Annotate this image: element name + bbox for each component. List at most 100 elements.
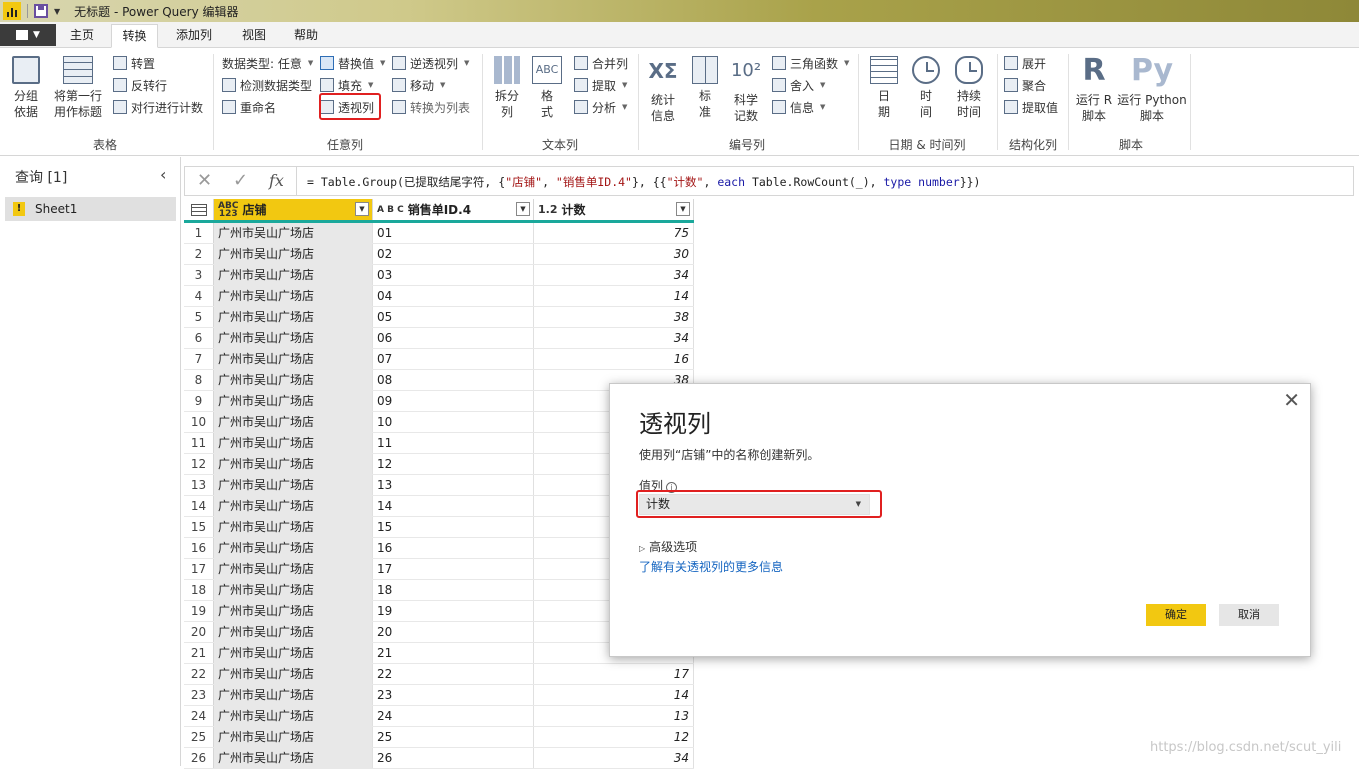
cell-store[interactable]: 广州市吴山广场店 [214, 748, 373, 768]
run-python-script-button[interactable]: Py 运行 Python 脚本 [1117, 56, 1186, 124]
cancel-button[interactable]: 取消 [1219, 604, 1279, 626]
cell-store[interactable]: 广州市吴山广场店 [214, 538, 373, 558]
cell-store[interactable]: 广州市吴山广场店 [214, 265, 373, 285]
cell-order-id[interactable]: 17 [373, 559, 534, 579]
cell-order-id[interactable]: 01 [373, 223, 534, 243]
learn-more-link[interactable]: 了解有关透视列的更多信息 [639, 558, 783, 575]
rename-button[interactable]: 重命名 [222, 98, 276, 116]
count-rows-button[interactable]: 对行进行计数 [113, 98, 203, 116]
detect-type-button[interactable]: 检测数据类型 [222, 76, 312, 94]
statistics-button[interactable]: XΣ 统计 信息 [644, 56, 682, 124]
tab-transform[interactable]: 转换 [111, 24, 158, 48]
tab-home[interactable]: 主页 [60, 24, 104, 48]
cell-store[interactable]: 广州市吴山广场店 [214, 727, 373, 747]
collapse-pane-icon[interactable]: ‹ [160, 165, 166, 184]
format-button[interactable]: ABC 格 式 [530, 56, 564, 120]
cell-order-id[interactable]: 25 [373, 727, 534, 747]
cell-order-id[interactable]: 15 [373, 517, 534, 537]
time-button[interactable]: 时 间 [908, 56, 944, 120]
cell-count[interactable]: 14 [534, 286, 694, 306]
tab-add-column[interactable]: 添加列 [168, 24, 220, 48]
cell-count[interactable]: 17 [534, 664, 694, 684]
use-first-row-button[interactable]: 将第一行 用作标题 [50, 56, 106, 120]
query-item[interactable]: ! Sheet1 [5, 197, 176, 221]
cell-store[interactable]: 广州市吴山广场店 [214, 223, 373, 243]
cancel-formula-icon[interactable]: ✕ [197, 170, 212, 191]
cell-order-id[interactable]: 02 [373, 244, 534, 264]
cell-store[interactable]: 广州市吴山广场店 [214, 496, 373, 516]
close-icon[interactable]: ✕ [1283, 388, 1300, 412]
parse-button[interactable]: 分析 ▼ [574, 98, 627, 116]
extract-button[interactable]: 提取 ▼ [574, 76, 627, 94]
cell-store[interactable]: 广州市吴山广场店 [214, 664, 373, 684]
cell-store[interactable]: 广州市吴山广场店 [214, 454, 373, 474]
tab-view[interactable]: 视图 [232, 24, 276, 48]
information-button[interactable]: 信息 ▼ [772, 98, 825, 116]
cell-count[interactable]: 34 [534, 748, 694, 768]
cell-order-id[interactable]: 16 [373, 538, 534, 558]
cell-store[interactable]: 广州市吴山广场店 [214, 370, 373, 390]
cell-order-id[interactable]: 07 [373, 349, 534, 369]
cell-store[interactable]: 广州市吴山广场店 [214, 244, 373, 264]
standard-button[interactable]: 标 准 [690, 56, 720, 120]
cell-store[interactable]: 广州市吴山广场店 [214, 706, 373, 726]
cell-store[interactable]: 广州市吴山广场店 [214, 622, 373, 642]
cell-count[interactable]: 14 [534, 685, 694, 705]
merge-columns-button[interactable]: 合并列 [574, 54, 628, 72]
transpose-button[interactable]: 转置 [113, 54, 155, 72]
table-row[interactable]: 1 广州市吴山广场店 01 75 [184, 223, 694, 244]
table-row[interactable]: 4 广州市吴山广场店 04 14 [184, 286, 694, 307]
table-row[interactable]: 25 广州市吴山广场店 25 12 [184, 727, 694, 748]
cell-store[interactable]: 广州市吴山广场店 [214, 601, 373, 621]
convert-to-list-button[interactable]: 转换为列表 [392, 98, 470, 116]
cell-order-id[interactable]: 04 [373, 286, 534, 306]
column-filter-icon[interactable]: ▼ [676, 202, 690, 216]
cell-store[interactable]: 广州市吴山广场店 [214, 412, 373, 432]
column-filter-icon[interactable]: ▼ [355, 202, 369, 216]
cell-count[interactable]: 34 [534, 328, 694, 348]
table-row[interactable]: 3 广州市吴山广场店 03 34 [184, 265, 694, 286]
cell-order-id[interactable]: 09 [373, 391, 534, 411]
cell-order-id[interactable]: 06 [373, 328, 534, 348]
group-by-button[interactable]: 分组 依据 [8, 56, 44, 120]
cell-store[interactable]: 广州市吴山广场店 [214, 475, 373, 495]
cell-count[interactable]: 34 [534, 265, 694, 285]
save-icon[interactable] [34, 4, 48, 18]
cell-store[interactable]: 广州市吴山广场店 [214, 580, 373, 600]
cell-order-id[interactable]: 20 [373, 622, 534, 642]
cell-order-id[interactable]: 23 [373, 685, 534, 705]
tab-help[interactable]: 帮助 [284, 24, 328, 48]
expand-button[interactable]: 展开 [1004, 54, 1046, 72]
cell-order-id[interactable]: 24 [373, 706, 534, 726]
column-header-order-id[interactable]: A B C 销售单ID.4 ▼ [373, 199, 534, 220]
table-row[interactable]: 7 广州市吴山广场店 07 16 [184, 349, 694, 370]
formula-input[interactable]: = Table.Group(已提取结尾字符, {"店铺", "销售单ID.4"}… [307, 174, 980, 190]
scientific-button[interactable]: 10² 科学 记数 [728, 56, 764, 124]
cell-order-id[interactable]: 10 [373, 412, 534, 432]
cell-count[interactable]: 12 [534, 727, 694, 747]
table-row[interactable]: 6 广州市吴山广场店 06 34 [184, 328, 694, 349]
cell-count[interactable]: 75 [534, 223, 694, 243]
rounding-button[interactable]: 舍入 ▼ [772, 76, 825, 94]
fill-button[interactable]: 填充 ▼ [320, 76, 373, 94]
aggregate-button[interactable]: 聚合 [1004, 76, 1046, 94]
move-button[interactable]: 移动 ▼ [392, 76, 445, 94]
file-menu-button[interactable]: ▼ [0, 24, 56, 46]
cell-store[interactable]: 广州市吴山广场店 [214, 559, 373, 579]
cell-store[interactable]: 广州市吴山广场店 [214, 307, 373, 327]
cell-order-id[interactable]: 14 [373, 496, 534, 516]
fx-icon[interactable]: fx [269, 171, 284, 190]
extract-values-button[interactable]: 提取值 [1004, 98, 1058, 116]
column-filter-icon[interactable]: ▼ [516, 202, 530, 216]
trig-button[interactable]: 三角函数 ▼ [772, 54, 849, 72]
cell-count[interactable]: 13 [534, 706, 694, 726]
table-menu-icon[interactable] [184, 199, 214, 220]
cell-store[interactable]: 广州市吴山广场店 [214, 328, 373, 348]
reverse-rows-button[interactable]: 反转行 [113, 76, 167, 94]
run-r-script-button[interactable]: R 运行 R 脚本 [1074, 56, 1114, 124]
cell-order-id[interactable]: 11 [373, 433, 534, 453]
table-row[interactable]: 5 广州市吴山广场店 05 38 [184, 307, 694, 328]
cell-order-id[interactable]: 13 [373, 475, 534, 495]
cell-order-id[interactable]: 03 [373, 265, 534, 285]
cell-order-id[interactable]: 18 [373, 580, 534, 600]
